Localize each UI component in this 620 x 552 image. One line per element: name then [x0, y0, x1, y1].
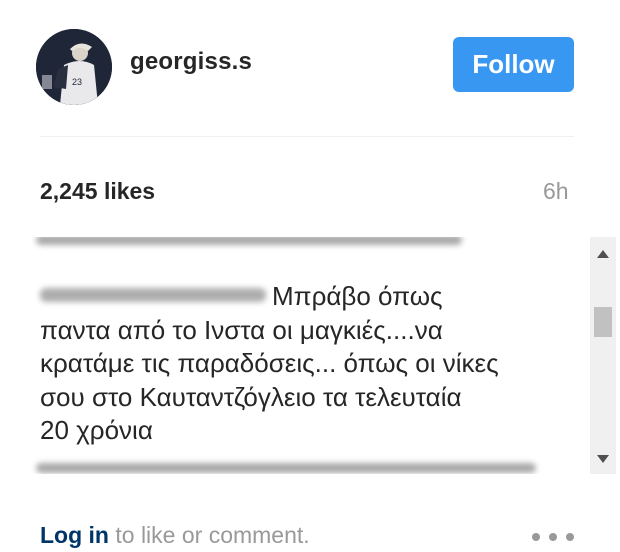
redacted-username	[40, 288, 266, 303]
footer-text: to like or comment.	[108, 522, 310, 548]
scroll-thumb[interactable]	[594, 307, 612, 337]
login-link[interactable]: Log in	[40, 522, 109, 548]
comments-list[interactable]: Μπράβο όπως παντα από το Ινστα οι μαγκιέ…	[0, 237, 590, 474]
avatar[interactable]: 23	[36, 29, 112, 105]
post-footer: Log in to like or comment.	[40, 522, 580, 552]
follow-button[interactable]: Follow	[453, 37, 574, 92]
username[interactable]: georgiss.s	[130, 48, 252, 76]
more-options-icon[interactable]	[530, 532, 576, 542]
svg-text:23: 23	[72, 77, 82, 87]
redacted-comment-bottom	[36, 463, 536, 473]
divider	[40, 136, 574, 137]
post-time[interactable]: 6h	[543, 178, 569, 205]
scroll-up-arrow-icon[interactable]	[590, 241, 616, 267]
comments-scrollbar[interactable]	[590, 237, 616, 474]
comment-text: Μπράβο όπως παντα από το Ινστα οι μαγκιέ…	[40, 281, 499, 445]
scroll-down-arrow-icon[interactable]	[590, 446, 616, 472]
likes-count[interactable]: 2,245 likes	[40, 178, 155, 205]
redacted-comment-top	[36, 237, 462, 245]
post-header: 23 georgiss.s Follow	[0, 0, 620, 136]
profile-photo-icon: 23	[36, 29, 112, 105]
